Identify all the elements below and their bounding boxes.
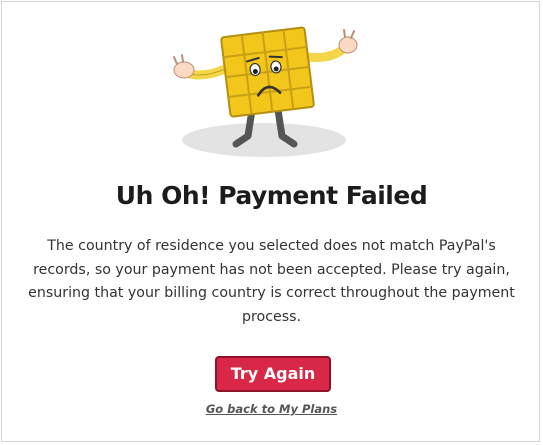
dialog-title: Uh Oh! Payment Failed <box>115 181 428 210</box>
back-to-plans-link[interactable]: Go back to My Plans <box>2 402 541 416</box>
try-again-button[interactable]: Try Again <box>215 356 331 392</box>
error-message: The country of residence you selected do… <box>28 238 515 325</box>
payment-failed-dialog: Uh Oh! Payment Failed The country of res… <box>1 1 540 442</box>
sad-waffle-mascot-icon <box>152 16 392 166</box>
